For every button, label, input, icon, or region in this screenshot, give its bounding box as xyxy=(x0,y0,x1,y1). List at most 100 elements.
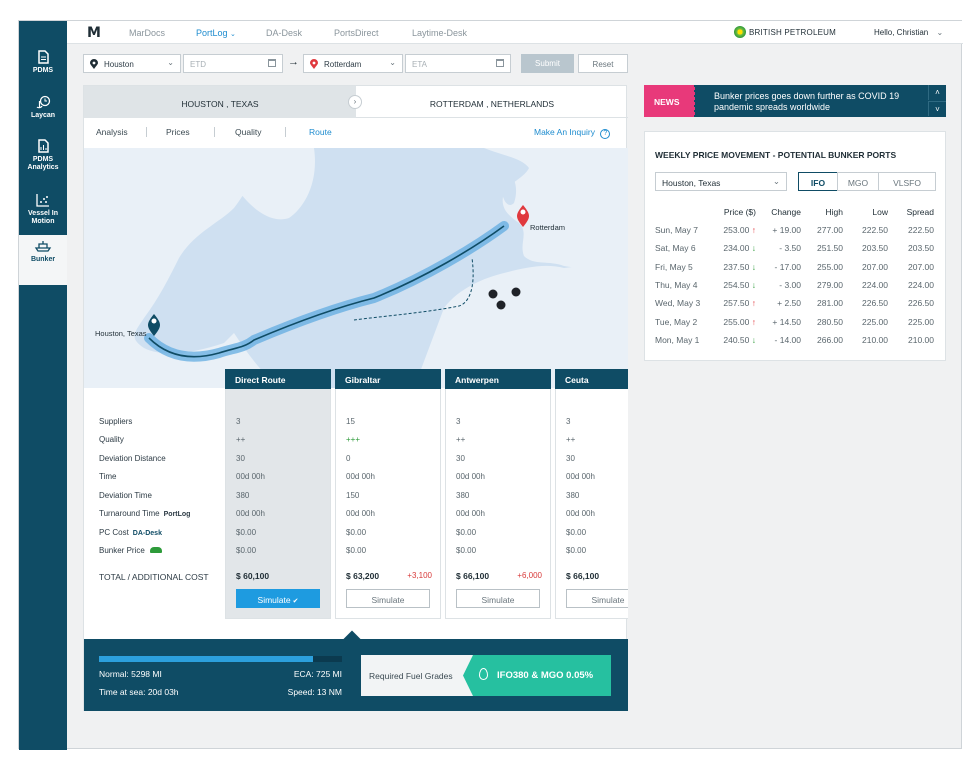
simulate-label: Simulate xyxy=(257,595,291,605)
scatter-chart-icon xyxy=(36,194,49,207)
simulate-button[interactable]: Simulate xyxy=(456,589,540,608)
price-row-date: Mon, May 1 xyxy=(655,334,700,345)
price-row-price: 257.50 ↑ xyxy=(723,298,756,308)
port-select[interactable]: Houston, Texas ⌄ xyxy=(655,172,787,191)
route-option-cell: $0.00 xyxy=(346,528,367,537)
news-up-button[interactable]: ˄ xyxy=(928,85,946,100)
price-value: 237.50 xyxy=(723,261,752,272)
nav-laytime-desk[interactable]: Laytime-Desk xyxy=(412,28,467,38)
route-option-antwerpen: Antwerpen 3 ++ 30 00d 00h 380 00d 00h $0.00 $0.0… xyxy=(445,369,551,619)
arrow-down-icon: ↓ xyxy=(751,334,756,345)
price-row-low: 226.50 xyxy=(862,298,888,309)
grade-tab-ifo[interactable]: IFO xyxy=(798,172,838,191)
weekly-price-panel: WEEKLY PRICE MOVEMENT - POTENTIAL BUNKER… xyxy=(644,131,946,361)
route-option-cell: 00d 00h xyxy=(346,472,375,481)
route-option-cell: $0.00 xyxy=(456,528,477,537)
route-option-cell: 00d 00h xyxy=(456,509,485,518)
route-option-total: $ 66,100 xyxy=(456,571,490,581)
simulate-label: Simulate xyxy=(591,595,625,605)
nav-da-desk[interactable]: DA-Desk xyxy=(266,28,302,38)
news-tag: NEWS xyxy=(644,85,694,117)
price-value: 257.50 xyxy=(723,298,752,309)
destination-select[interactable]: Rotterdam ⌄ xyxy=(303,54,403,73)
fuel-grades-value-box: IFO380 & MGO 0.05% xyxy=(463,655,611,696)
reset-button[interactable]: Reset xyxy=(578,54,628,73)
user-menu[interactable]: Hello, Christian ⌄ xyxy=(874,28,943,37)
price-table-header: Low xyxy=(872,207,888,217)
price-row-date: Sat, May 6 xyxy=(655,243,696,254)
route-option-cell: $0.00 xyxy=(456,546,477,555)
news-banner[interactable]: NEWS Bunker prices goes down further as … xyxy=(644,85,946,117)
user-greeting: Hello, Christian xyxy=(874,28,929,37)
arrow-up-icon: ↑ xyxy=(751,225,756,235)
top-navigation: M MarDocs PortLog ⌄ DA-Desk PortsDirect … xyxy=(67,21,963,44)
price-row-price: 240.50 ↓ xyxy=(723,335,756,345)
comparison-columns: Direct Route 3 ++ 30 00d 00h 380 00d 00h $0.00 $… xyxy=(84,86,628,639)
grade-tab-vlsfo[interactable]: VLSFO xyxy=(878,172,936,191)
nav-mardocs[interactable]: MarDocs xyxy=(129,28,165,38)
sidebar-item-vessel-in-motion[interactable]: Vessel In Motion xyxy=(19,189,67,239)
simulate-button[interactable]: Simulate ✔ xyxy=(236,589,320,608)
route-option-header: Antwerpen xyxy=(445,369,551,389)
route-option-cell: 3 xyxy=(456,417,461,426)
simulate-button[interactable]: Simulate xyxy=(346,589,430,608)
nav-portsdirect[interactable]: PortsDirect xyxy=(334,28,379,38)
weekly-title: WEEKLY PRICE MOVEMENT - POTENTIAL BUNKER… xyxy=(655,150,897,160)
route-option-total: $ 60,100 xyxy=(236,571,270,581)
price-row-change: - 14.00 xyxy=(774,334,801,345)
chevron-down-icon: ⌄ xyxy=(230,31,236,38)
chevron-down-icon: ˅ xyxy=(935,105,940,114)
price-row-price: 234.00 ↓ xyxy=(723,243,756,253)
route-option-cell: 380 xyxy=(236,491,250,500)
chevron-down-icon: ⌄ xyxy=(936,28,944,37)
origin-value: Houston xyxy=(104,60,134,69)
report-icon xyxy=(38,139,49,153)
price-row-change: + 14.50 xyxy=(772,316,801,327)
price-row-low: 207.00 xyxy=(862,261,888,272)
route-option-cell: 380 xyxy=(456,491,470,500)
route-option-cell: 30 xyxy=(566,454,575,463)
price-row-high: 280.50 xyxy=(817,316,843,327)
price-row-change: - 3.50 xyxy=(779,243,801,254)
route-option-cell: 380 xyxy=(566,491,580,500)
sidebar-item-pdms-analytics[interactable]: PDMS Analytics xyxy=(19,135,67,185)
arrow-up-icon: ↑ xyxy=(751,316,756,327)
price-row-spread: 226.50 xyxy=(908,298,934,309)
route-option-cell: 150 xyxy=(346,491,360,500)
route-option-header: Gibraltar xyxy=(335,369,441,389)
sidebar-item-laycan[interactable]: Laycan xyxy=(19,91,67,141)
origin-select[interactable]: Houston ⌄ xyxy=(83,54,181,73)
location-pin-icon xyxy=(310,59,318,69)
chevron-up-icon: ˄ xyxy=(935,88,940,97)
route-option-cell: 00d 00h xyxy=(456,472,485,481)
speed: Speed: 13 NM xyxy=(287,687,342,697)
etd-field[interactable]: ETD xyxy=(183,54,283,73)
sidebar-item-bunker[interactable]: Bunker xyxy=(19,235,67,285)
sidebar-item-label: Laycan xyxy=(30,112,56,119)
sidebar-item-pdms[interactable]: PDMS xyxy=(19,46,67,96)
chevron-down-icon: ⌄ xyxy=(389,58,396,67)
simulate-button[interactable]: Simulate xyxy=(566,589,628,608)
route-panel: HOUSTON , TEXAS ROTTERDAM , NETHERLANDS … xyxy=(83,85,628,711)
price-row-price: 255.00 ↑ xyxy=(723,317,756,327)
arrow-down-icon: ↓ xyxy=(751,243,756,254)
route-option-cell: 3 xyxy=(566,417,571,426)
app-logo[interactable]: M xyxy=(87,25,101,41)
submit-button[interactable]: Submit xyxy=(521,54,574,73)
simulate-label: Simulate xyxy=(371,595,405,605)
route-option-cell: ++ xyxy=(566,435,576,444)
grade-tab-mgo[interactable]: MGO xyxy=(837,172,879,191)
price-row-low: 203.50 xyxy=(862,243,888,254)
route-option-total: $ 63,200 xyxy=(346,571,380,581)
nav-portlog[interactable]: PortLog ⌄ xyxy=(196,28,236,38)
price-row-change: + 2.50 xyxy=(777,298,801,309)
price-row-high: 255.00 xyxy=(817,261,843,272)
price-row-change: + 19.00 xyxy=(772,225,801,235)
price-row-high: 277.00 xyxy=(817,225,843,235)
sidebar: PDMS Laycan PDMS Analytics Vessel In Mot… xyxy=(19,21,67,750)
price-row-low: 224.00 xyxy=(862,279,888,290)
eta-field[interactable]: ETA xyxy=(405,54,511,73)
route-option-cell: 30 xyxy=(236,454,245,463)
news-down-button[interactable]: ˅ xyxy=(928,101,946,116)
route-option-cell: +++ xyxy=(346,435,361,444)
